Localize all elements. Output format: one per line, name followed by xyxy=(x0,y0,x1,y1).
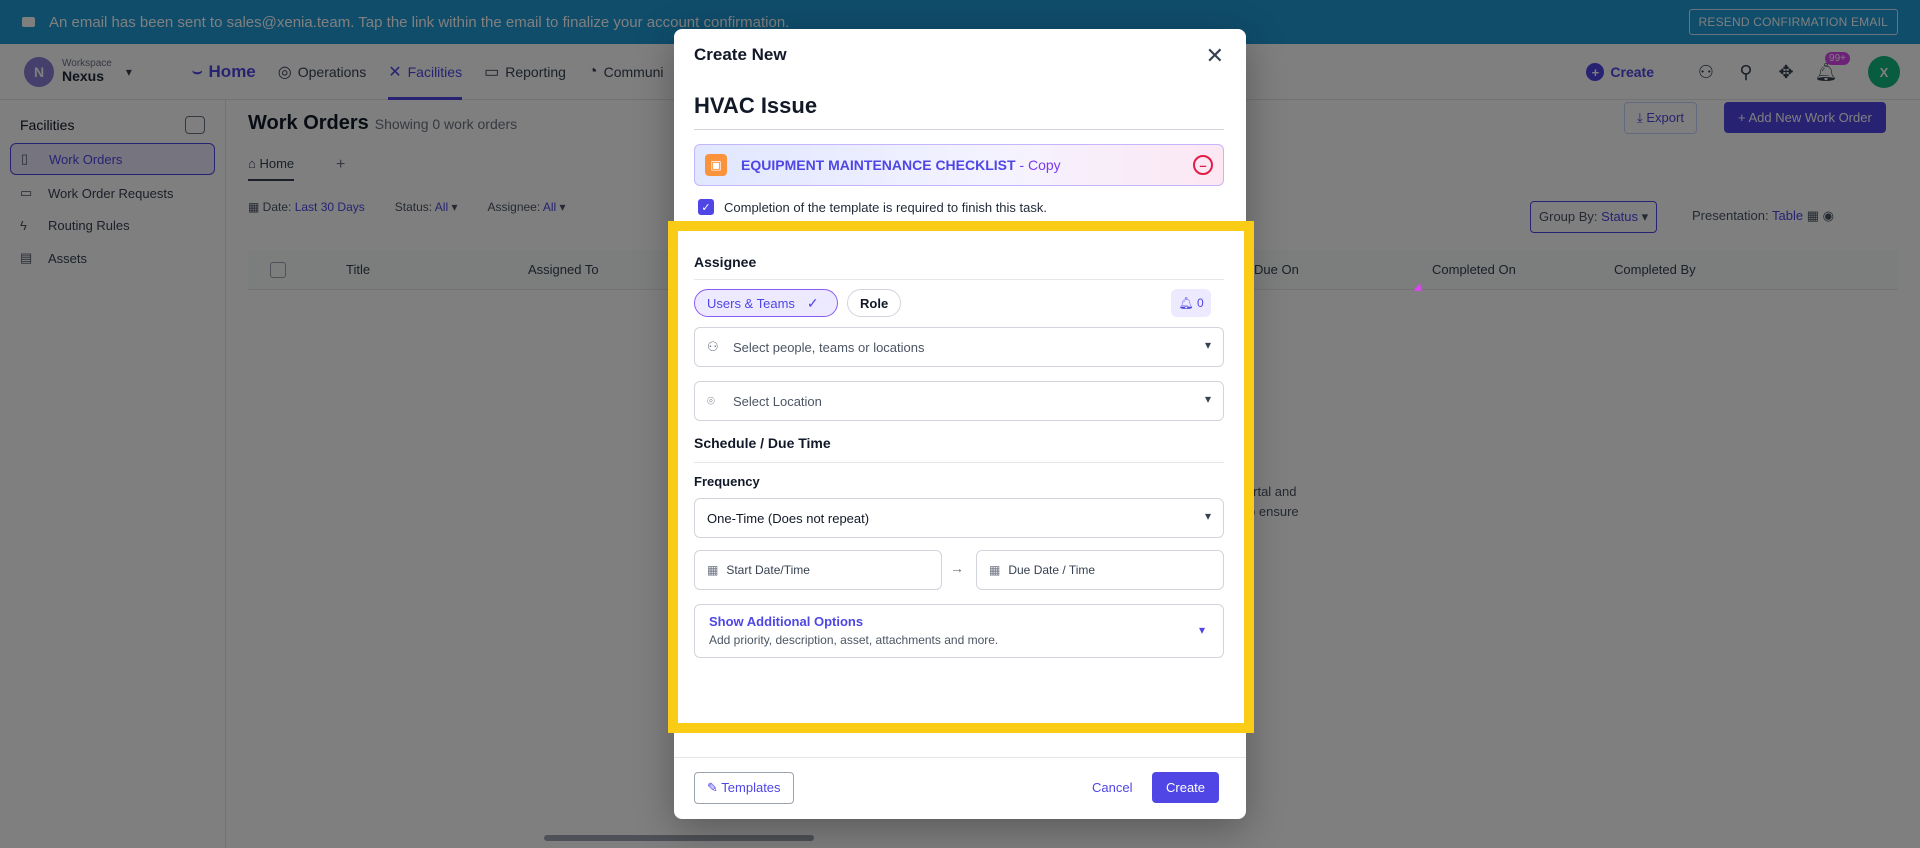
frequency-select[interactable]: One-Time (Does not repeat) ▾ xyxy=(694,498,1224,538)
create-task-modal: Create New ✕ HVAC Issue ▣ EQUIPMENT MAIN… xyxy=(674,29,1246,819)
create-task-button[interactable]: Create xyxy=(1152,772,1220,803)
bell-icon: 🔔︎ xyxy=(1178,296,1194,310)
calendar-icon: ▦ xyxy=(707,563,719,577)
users-teams-toggle[interactable]: Users & Teams ✓ xyxy=(694,289,838,317)
cancel-button[interactable]: Cancel xyxy=(1092,780,1132,795)
start-date-input[interactable]: ▦ Start Date/Time xyxy=(694,550,942,590)
template-required-checkbox[interactable]: ✓ xyxy=(698,199,714,215)
frequency-label: Frequency xyxy=(694,474,760,489)
additional-options-subtitle: Add priority, description, asset, attach… xyxy=(709,633,999,647)
assignee-section-title: Assignee xyxy=(694,254,757,270)
location-placeholder: Select Location xyxy=(733,393,822,409)
start-date-placeholder: Start Date/Time xyxy=(726,563,810,577)
attached-template[interactable]: ▣ EQUIPMENT MAINTENANCE CHECKLIST - Copy… xyxy=(694,144,1224,186)
remove-template-icon[interactable]: – xyxy=(1193,155,1213,175)
close-icon[interactable]: ✕ xyxy=(1206,43,1224,69)
role-label: Role xyxy=(860,295,889,311)
templates-label: Templates xyxy=(721,780,781,795)
task-title-input[interactable]: HVAC Issue xyxy=(694,93,817,119)
template-name: EQUIPMENT MAINTENANCE CHECKLIST xyxy=(741,157,1016,173)
templates-button[interactable]: ✎ Templates xyxy=(694,772,794,804)
additional-options-toggle[interactable]: Show Additional Options Add priority, de… xyxy=(694,604,1224,658)
notify-count: 0 xyxy=(1196,296,1204,310)
chevron-down-icon: ▾ xyxy=(1204,509,1211,523)
check-icon: ✓ xyxy=(806,294,819,311)
location-pin-icon: ⌾ xyxy=(707,393,715,408)
schedule-section-title: Schedule / Due Time xyxy=(694,435,831,451)
chevron-down-icon: ▾ xyxy=(1198,623,1205,637)
modal-header: Create New xyxy=(694,45,787,64)
template-suffix: - Copy xyxy=(1015,157,1061,173)
template-required-label: Completion of the template is required t… xyxy=(724,199,1047,215)
chevron-down-icon: ▾ xyxy=(1204,392,1211,406)
template-required-row: ✓ Completion of the template is required… xyxy=(698,199,1047,215)
assignee-select[interactable]: ⚇ Select people, teams or locations ▾ xyxy=(694,327,1224,367)
pencil-icon: ✎ xyxy=(707,780,722,795)
divider xyxy=(694,279,1224,280)
users-teams-label: Users & Teams xyxy=(707,295,795,311)
divider xyxy=(694,462,1224,463)
people-icon: ⚇ xyxy=(707,339,719,354)
frequency-value: One-Time (Does not repeat) xyxy=(707,510,870,526)
chevron-down-icon: ▾ xyxy=(1204,338,1211,352)
checklist-icon: ▣ xyxy=(705,154,727,176)
arrow-right-icon: → xyxy=(950,560,964,576)
calendar-icon: ▦ xyxy=(989,563,1001,577)
assignee-placeholder: Select people, teams or locations xyxy=(733,339,925,355)
due-date-placeholder: Due Date / Time xyxy=(1008,563,1096,577)
modal-footer: ✎ Templates Cancel Create xyxy=(674,757,1246,819)
role-toggle[interactable]: Role xyxy=(847,289,902,317)
additional-options-title: Show Additional Options xyxy=(709,614,864,629)
due-date-input[interactable]: ▦ Due Date / Time xyxy=(976,550,1224,590)
location-select[interactable]: ⌾ Select Location ▾ xyxy=(694,381,1224,421)
notify-button[interactable]: 🔔︎ 0 xyxy=(1171,289,1211,317)
divider xyxy=(694,129,1224,130)
